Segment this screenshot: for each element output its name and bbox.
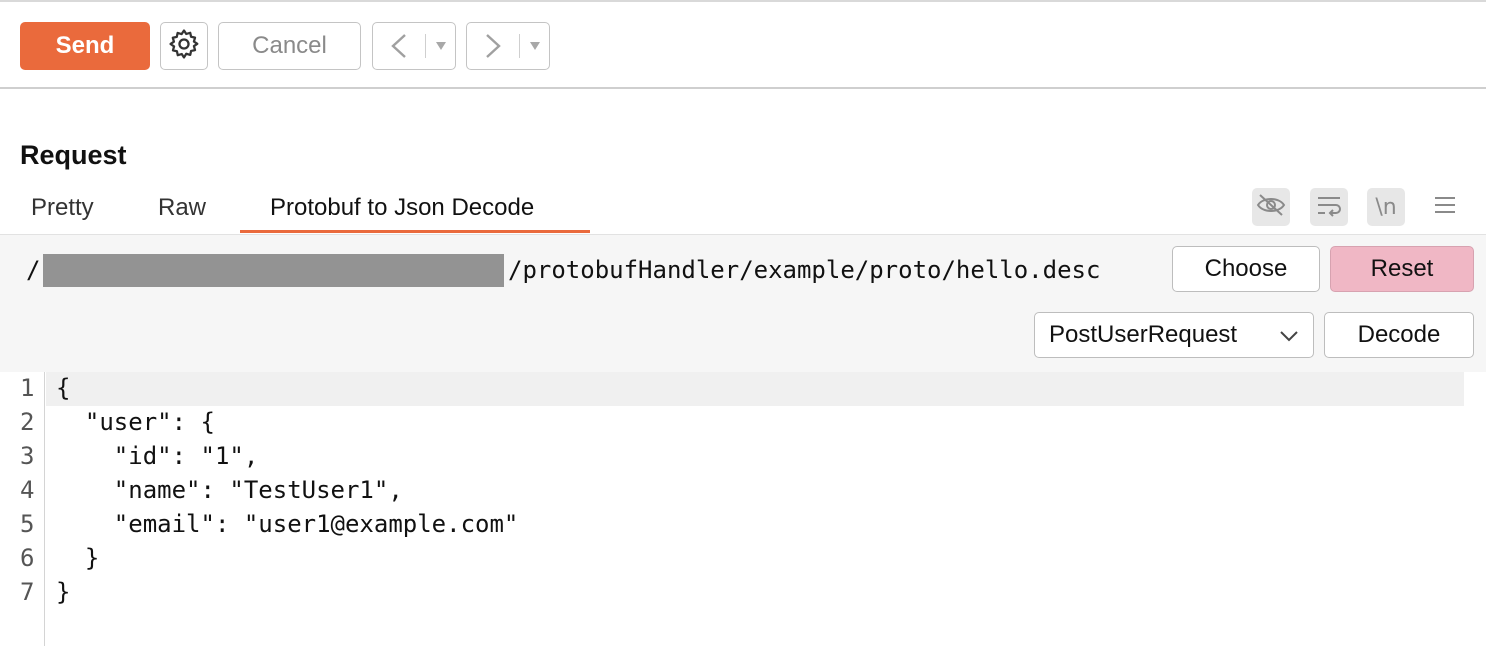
wrap-lines-button[interactable] [1310,188,1348,226]
line-number: 6 [20,544,35,572]
line-number: 5 [20,510,35,538]
reset-button[interactable]: Reset [1330,246,1474,292]
wrap-lines-icon [1315,193,1343,222]
settings-button[interactable] [160,22,208,70]
caret-down-icon[interactable] [520,41,549,51]
code-line: "id": "1", [56,442,259,470]
tab-raw[interactable]: Raw [158,194,206,222]
menu-icon [1434,195,1456,220]
chevron-right-icon [467,32,519,60]
code-line: "email": "user1@example.com" [56,510,519,538]
active-tab-indicator [240,230,590,233]
back-button[interactable] [372,22,456,70]
message-type-value: PostUserRequest [1049,321,1238,348]
newline-button[interactable]: \n [1367,188,1405,226]
send-button[interactable]: Send [20,22,150,70]
line-number: 1 [20,374,35,402]
forward-button[interactable] [466,22,550,70]
toolbar-divider [0,87,1486,89]
chevron-left-icon [373,32,425,60]
gear-icon [167,27,201,66]
message-type-select[interactable]: PostUserRequest [1034,312,1314,358]
hide-button[interactable] [1252,188,1290,226]
redacted-path-segment [43,254,504,287]
code-line: } [56,578,71,606]
chevron-down-icon [1279,321,1299,349]
code-line: "name": "TestUser1", [56,476,403,504]
json-editor[interactable] [0,372,1486,646]
cancel-button[interactable]: Cancel [218,22,361,70]
line-number: 2 [20,408,35,436]
descriptor-path: /protobufHandler/example/proto/hello.des… [508,256,1101,284]
tab-protobuf-json-decode[interactable]: Protobuf to Json Decode [270,194,534,222]
code-line: "user": { [56,408,215,436]
newline-icon: \n [1375,194,1397,220]
gutter-divider [44,372,45,646]
request-title: Request [20,140,127,170]
line-number: 3 [20,442,35,470]
code-line: } [56,544,100,572]
choose-button[interactable]: Choose [1172,246,1320,292]
code-line: { [56,374,71,402]
descriptor-path-prefix: / [26,256,41,284]
line-number: 4 [20,476,35,504]
caret-down-icon[interactable] [426,41,455,51]
tab-pretty[interactable]: Pretty [31,194,94,222]
eye-off-icon [1256,192,1286,223]
line-number: 7 [20,578,35,606]
decode-button[interactable]: Decode [1324,312,1474,358]
current-line-highlight [46,372,1464,406]
menu-button[interactable] [1426,188,1464,226]
